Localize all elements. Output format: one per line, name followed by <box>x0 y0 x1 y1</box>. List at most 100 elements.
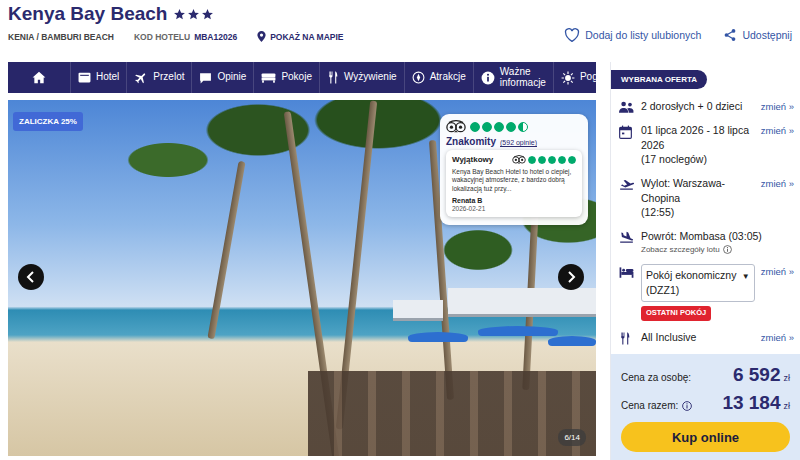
nav-tab[interactable]: Ważne informacje <box>474 62 554 93</box>
return-row: Powrót: Mombasa (03:05)Zobacz szczegóły … <box>619 229 794 255</box>
price-per-person: 6 592zł <box>733 364 790 386</box>
chevron-right-icon <box>566 271 576 283</box>
favorite-label: Dodaj do listy ulubionych <box>585 29 701 41</box>
departure-row-body: Wylot: Warszawa-Chopina(12:55) <box>641 176 755 220</box>
home-tab[interactable] <box>8 62 71 93</box>
hotel-stars <box>173 8 214 21</box>
section-nav: Hotel Przelot Opinie Pokoje Wyżywienie Atrakc… <box>8 62 596 93</box>
guests-value: 2 dorosłych + 0 dzieci <box>641 99 755 114</box>
change-link[interactable]: zmień » <box>761 123 794 137</box>
rating-dot <box>518 122 528 132</box>
room-dropdown-arrow: ▼ <box>742 268 750 283</box>
featured-review-head: Wyjątkowy <box>452 155 576 164</box>
deposit-badge: ZALICZKA 25% <box>13 112 83 131</box>
nav-tab[interactable]: Wyżywienie <box>320 62 405 93</box>
return-value: Powrót: Mombasa (03:05) <box>641 229 794 244</box>
pin-icon <box>257 31 266 42</box>
dates-row-body: 01 lipca 2026 - 18 lipca 2026(17 noclegó… <box>641 123 755 167</box>
landing-icon <box>619 231 634 243</box>
nav-label: Pokoje <box>281 72 312 83</box>
change-link[interactable]: zmień » <box>761 330 794 344</box>
chevron-left-icon <box>26 271 36 283</box>
offer-panel: WYBRANA OFERTA2 dorosłych + 0 dziecizmie… <box>610 62 800 460</box>
takeoff-icon <box>619 178 634 190</box>
heart-icon <box>564 28 580 42</box>
featured-review: WyjątkowyKenya Bay Beach Hotel to hotel … <box>446 150 582 217</box>
umbrella <box>408 332 468 342</box>
hotel-name: Kenya Bay Beach <box>8 3 167 25</box>
verdict-row: Znakomity (592 opinie) <box>446 136 582 147</box>
info-icon <box>723 245 732 254</box>
price-per-person-amount: 6 592 <box>733 364 781 386</box>
price-total-row: Cena razem: 13 184zł <box>621 392 790 414</box>
review-count[interactable]: (592 opinie) <box>500 139 537 146</box>
nav-tab[interactable]: Hotel <box>71 62 127 93</box>
price-total-currency: zł <box>784 401 791 411</box>
main: Hotel Przelot Opinie Pokoje Wyżywienie Atrakc… <box>0 62 800 460</box>
board-row: All Inclusive zmień » <box>619 330 794 345</box>
guests-row: 2 dorosłych + 0 dzieci zmień » <box>619 99 794 114</box>
building-roof <box>393 300 443 321</box>
nav-tab[interactable]: Pokoje <box>254 62 320 93</box>
departure-value: Wylot: Warszawa-Chopina <box>641 176 755 205</box>
board-row-body: All Inclusive <box>641 330 755 345</box>
rating-dot <box>494 122 504 132</box>
departure-time: (12:55) <box>641 205 755 220</box>
price-per-person-label: Cena za osobę: <box>621 372 691 383</box>
price-per-person-row: Cena za osobę: 6 592zł <box>621 364 790 386</box>
change-link[interactable]: zmień » <box>761 99 794 113</box>
title-row: Kenya Bay Beach <box>8 3 344 25</box>
lounge-chairs <box>308 371 596 456</box>
flight-details-link[interactable]: Zobacz szczegóły lotu <box>641 244 794 255</box>
return-row-body: Powrót: Mombasa (03:05)Zobacz szczegóły … <box>641 229 794 255</box>
rating-dot <box>470 122 480 132</box>
next-button[interactable] <box>558 264 584 290</box>
departure-row: Wylot: Warszawa-Chopina(12:55) zmień » <box>619 176 794 220</box>
share-button[interactable]: Udostępnij <box>723 28 792 42</box>
hotel-heading: Kenya Bay BeachKENIA / BAMBURI BEACHKOD … <box>8 3 344 42</box>
left-column: Hotel Przelot Opinie Pokoje Wyżywienie Atrakc… <box>8 62 596 460</box>
nav-tab[interactable]: Przelot <box>127 62 192 93</box>
nights-value: (17 noclegów) <box>641 152 755 167</box>
nav-label: Wyżywienie <box>344 72 397 83</box>
buy-button[interactable]: Kup online <box>621 422 790 452</box>
home-icon <box>32 71 46 84</box>
guests-row-body: 2 dorosłych + 0 dzieci <box>641 99 755 114</box>
review-verdict: Znakomity <box>446 136 496 147</box>
room-row: Pokój ekonomiczny (DZZ1)▼OSTATNI POKÓJzm… <box>619 264 794 321</box>
tripadvisor-card[interactable]: Znakomity (592 opinie) WyjątkowyKenya Bay … <box>440 114 588 225</box>
rating-dot <box>506 122 516 132</box>
nav-label: Hotel <box>96 72 119 83</box>
featured-rating <box>512 155 576 164</box>
change-link[interactable]: zmień » <box>761 176 794 190</box>
board-value: All Inclusive <box>641 330 755 345</box>
rating-dot <box>482 122 492 132</box>
featured-review-date: 2026-02-21 <box>452 205 576 212</box>
price-total-label-group: Cena razem: <box>621 400 692 411</box>
tripadvisor-owl-icon <box>446 120 466 133</box>
share-icon <box>723 28 737 42</box>
room-select[interactable]: Pokój ekonomiczny (DZZ1) ▼ <box>641 264 755 302</box>
hotel-code-label: KOD HOTELU <box>134 32 190 42</box>
favorite-button[interactable]: Dodaj do listy ulubionych <box>564 28 701 42</box>
rating-dot <box>528 156 536 164</box>
room-value: Pokój ekonomiczny (DZZ1) <box>646 268 738 298</box>
change-link[interactable]: zmień » <box>761 264 794 278</box>
price-total: 13 184zł <box>722 392 790 414</box>
nav-label: Atrakcje <box>430 72 466 83</box>
price-box: Cena za osobę:6 592złCena razem:13 184zł… <box>611 354 800 460</box>
nav-label: Opinie <box>217 72 246 83</box>
map-link[interactable]: POKAŻ NA MAPIE <box>257 31 343 42</box>
sun-icon <box>561 71 575 85</box>
building-roof <box>448 288 596 317</box>
nav-tab[interactable]: Opinie <box>192 62 254 93</box>
hotel-code-group: KOD HOTELUMBA12026 <box>134 32 237 42</box>
info-icon <box>481 71 495 85</box>
photo-counter: 6/14 <box>558 429 586 446</box>
nav-tab[interactable]: Atrakcje <box>405 62 474 93</box>
bed-icon <box>261 72 276 83</box>
rating-dot <box>548 156 556 164</box>
bed-icon <box>619 266 634 278</box>
prev-button[interactable] <box>18 264 44 290</box>
chat-icon <box>199 72 212 84</box>
